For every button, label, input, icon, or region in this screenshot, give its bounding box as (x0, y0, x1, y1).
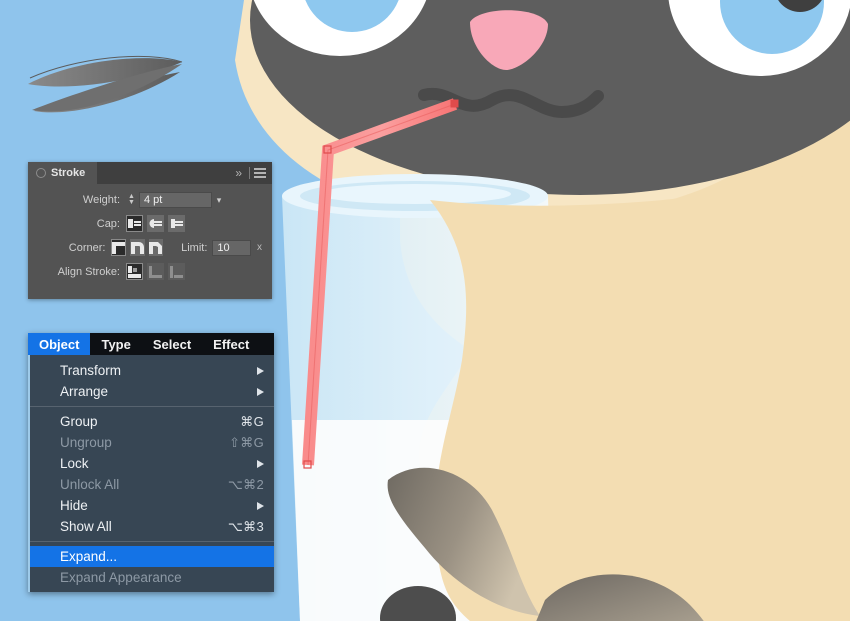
menu-item-lock[interactable]: Lock (30, 453, 274, 474)
menu-separator (30, 406, 274, 407)
stroke-panel-tabbar: Stroke » (28, 162, 272, 184)
submenu-arrow-icon (257, 387, 264, 396)
stroke-cap-label: Cap: (96, 217, 120, 230)
submenu-arrow-icon (257, 366, 264, 375)
screenshot-canvas: Stroke » Weight: ▲ ▼ 4 pt ▾ Cap: Corner:… (0, 0, 850, 621)
align-stroke-inside-icon[interactable] (147, 263, 164, 280)
stroke-align-row: Align Stroke: (28, 263, 262, 280)
menu-item-shortcut: ⌥⌘2 (227, 476, 264, 492)
menu-item-label: Lock (60, 456, 89, 471)
stroke-panel[interactable]: Stroke » Weight: ▲ ▼ 4 pt ▾ Cap: Corner:… (28, 162, 272, 299)
projecting-cap-icon[interactable] (168, 215, 185, 232)
menu-item-transform[interactable]: Transform (30, 360, 274, 381)
menu-item-expand[interactable]: Expand... (30, 546, 274, 567)
menu-item-label: Show All (60, 519, 112, 534)
menu-item-unlock-all: Unlock All ⌥⌘2 (30, 474, 274, 495)
menu-item-group[interactable]: Group ⌘G (30, 411, 274, 432)
menu-item-label: Transform (60, 363, 122, 378)
menubar-item-label: Select (152, 336, 192, 352)
double-chevron-right-icon[interactable]: » (232, 167, 245, 179)
stroke-weight-stepper[interactable]: ▲ ▼ (126, 193, 137, 206)
submenu-arrow-icon (257, 459, 264, 468)
menu-item-label: Arrange (60, 384, 109, 399)
object-menu[interactable]: Object Type Select Effect Transform Arrange G… (28, 333, 274, 592)
menubar-item-select[interactable]: Select (142, 333, 202, 355)
align-stroke-center-icon[interactable] (126, 263, 143, 280)
stroke-corner-row: Corner: Limit: 10 x (28, 239, 262, 256)
chevron-down-icon[interactable]: ▾ (212, 192, 226, 208)
butt-cap-icon[interactable] (126, 215, 143, 232)
menubar-item-effect[interactable]: Effect (202, 333, 260, 355)
round-join-icon[interactable] (130, 239, 145, 256)
miter-join-icon[interactable] (111, 239, 127, 256)
menu-item-label: Unlock All (60, 477, 120, 492)
menubar-item-object[interactable]: Object (28, 333, 91, 355)
align-stroke-outside-icon[interactable] (168, 263, 185, 280)
stroke-limit-unit: x (257, 242, 262, 253)
menu-item-label: Expand... (60, 549, 118, 564)
panel-menu-icon[interactable] (254, 168, 266, 178)
tabbar-divider (249, 167, 250, 179)
menubar-item-label: Object (39, 336, 80, 352)
panel-collapse-dot-icon[interactable] (36, 168, 46, 178)
bevel-join-icon[interactable] (148, 239, 164, 256)
round-cap-icon[interactable] (147, 215, 164, 232)
stroke-panel-title: Stroke (51, 167, 86, 179)
submenu-arrow-icon (257, 501, 264, 510)
stroke-panel-body: Weight: ▲ ▼ 4 pt ▾ Cap: Corner: Limit: 1… (28, 184, 272, 280)
stepper-down-icon[interactable]: ▼ (126, 199, 137, 206)
stroke-align-label: Align Stroke: (57, 265, 120, 278)
menu-item-label: Ungroup (60, 435, 112, 450)
stroke-corner-label: Corner: (68, 241, 106, 254)
menu-separator (30, 541, 274, 542)
menu-item-shortcut: ⇧⌘G (229, 434, 264, 450)
stroke-cap-row: Cap: (28, 215, 262, 232)
stroke-weight-row: Weight: ▲ ▼ 4 pt ▾ (28, 192, 262, 208)
menu-item-hide[interactable]: Hide (30, 495, 274, 516)
menu-item-show-all[interactable]: Show All ⌥⌘3 (30, 516, 274, 537)
stroke-limit-label: Limit: (181, 241, 208, 254)
menu-item-ungroup: Ungroup ⇧⌘G (30, 432, 274, 453)
object-menu-list[interactable]: Transform Arrange Group ⌘G Ungroup ⇧⌘G Lock Unl… (28, 355, 274, 592)
menubar-item-type[interactable]: Type (90, 333, 141, 355)
menu-item-label: Hide (60, 498, 88, 513)
menu-item-shortcut: ⌥⌘3 (227, 518, 264, 534)
menubar-item-label: Effect (213, 336, 250, 352)
stroke-weight-input[interactable]: 4 pt (139, 192, 212, 208)
stroke-weight-label: Weight: (82, 194, 120, 206)
stroke-panel-tab[interactable]: Stroke (28, 162, 98, 184)
menubar-item-label: Type (101, 336, 131, 352)
stroke-limit-input[interactable]: 10 (212, 239, 251, 256)
menu-bar[interactable]: Object Type Select Effect (28, 333, 274, 355)
menu-item-arrange[interactable]: Arrange (30, 381, 274, 402)
menu-item-expand-appearance: Expand Appearance (30, 567, 274, 588)
menu-item-label: Expand Appearance (60, 570, 182, 585)
menu-item-label: Group (60, 414, 98, 429)
menu-item-shortcut: ⌘G (240, 413, 264, 429)
